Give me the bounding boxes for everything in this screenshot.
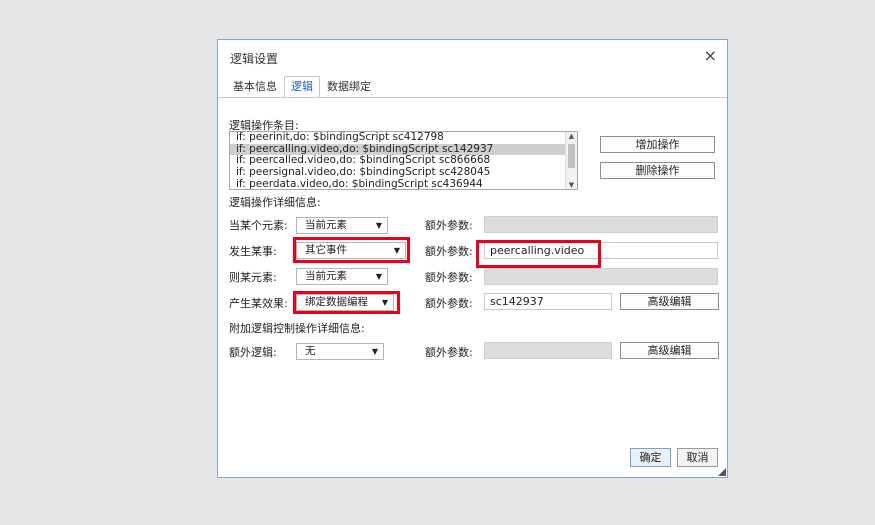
delete-operation-button[interactable]: 删除操作 bbox=[600, 162, 715, 179]
list-item[interactable]: if: peerinit,do: $bindingScript sc412798 bbox=[230, 132, 577, 144]
param-input-5 bbox=[484, 342, 612, 359]
event-label: 发生某事: bbox=[229, 245, 277, 258]
chevron-down-icon: ▼ bbox=[375, 272, 382, 281]
list-item[interactable]: if: peerdata.video,do: $bindingScript sc… bbox=[230, 178, 577, 189]
chevron-down-icon: ▼ bbox=[371, 347, 378, 356]
scroll-up-icon[interactable]: ▲ bbox=[566, 132, 577, 140]
element-select-value: 当前元素 bbox=[305, 219, 347, 231]
chevron-down-icon: ▼ bbox=[375, 221, 382, 230]
element-label: 当某个元素: bbox=[229, 219, 288, 232]
target-label: 则某元素: bbox=[229, 271, 277, 284]
event-select-value: 其它事件 bbox=[305, 244, 347, 256]
tab-data-binding[interactable]: 数据绑定 bbox=[320, 76, 378, 98]
chevron-down-icon: ▼ bbox=[393, 246, 400, 255]
close-icon[interactable]: × bbox=[704, 46, 717, 65]
target-select[interactable]: 当前元素 ▼ bbox=[296, 268, 388, 285]
param-input-2[interactable]: peercalling.video bbox=[484, 242, 718, 259]
tab-logic[interactable]: 逻辑 bbox=[284, 76, 320, 98]
target-select-value: 当前元素 bbox=[305, 270, 347, 282]
effect-select-value: 绑定数据编程 bbox=[305, 296, 368, 308]
tab-divider bbox=[218, 97, 727, 98]
list-item[interactable]: if: peersignal.video,do: $bindingScript … bbox=[230, 166, 577, 179]
param-label-3: 额外参数: bbox=[425, 271, 473, 284]
param-label-2: 额外参数: bbox=[425, 245, 473, 258]
scroll-down-icon[interactable]: ▼ bbox=[566, 181, 577, 189]
logic-list[interactable]: if: peerinit,do: $bindingScript sc412798… bbox=[229, 131, 578, 190]
extra-logic-select[interactable]: 无 ▼ bbox=[296, 343, 384, 360]
event-select[interactable]: 其它事件 ▼ bbox=[296, 242, 406, 259]
element-select[interactable]: 当前元素 ▼ bbox=[296, 217, 388, 234]
param-input-3 bbox=[484, 268, 718, 285]
scroll-thumb[interactable] bbox=[568, 144, 575, 168]
dialog-title: 逻辑设置 bbox=[230, 52, 279, 66]
extra-advanced-edit-button[interactable]: 高级编辑 bbox=[620, 342, 719, 359]
effect-select[interactable]: 绑定数据编程 ▼ bbox=[296, 294, 394, 311]
logic-settings-dialog: 逻辑设置 × 基本信息 逻辑 数据绑定 逻辑操作条目: if: peerinit… bbox=[217, 39, 728, 478]
chevron-down-icon: ▼ bbox=[381, 298, 388, 307]
extra-logic-select-value: 无 bbox=[305, 345, 316, 357]
list-scrollbar[interactable]: ▲ ▼ bbox=[565, 132, 577, 189]
resize-grip-icon[interactable] bbox=[718, 468, 726, 476]
tab-bar: 基本信息 逻辑 数据绑定 bbox=[226, 76, 378, 98]
cancel-button[interactable]: 取消 bbox=[677, 448, 718, 467]
param-input-1 bbox=[484, 216, 718, 233]
tab-basic-info[interactable]: 基本信息 bbox=[226, 76, 284, 98]
param-label-1: 额外参数: bbox=[425, 219, 473, 232]
param-label-4: 额外参数: bbox=[425, 297, 473, 310]
param-input-4[interactable]: sc142937 bbox=[484, 293, 612, 310]
effect-label: 产生某效果: bbox=[229, 297, 288, 310]
add-operation-button[interactable]: 增加操作 bbox=[600, 136, 715, 153]
extra-logic-label: 额外逻辑: bbox=[229, 346, 277, 359]
detail-section-label: 逻辑操作详细信息: bbox=[229, 196, 321, 209]
ok-button[interactable]: 确定 bbox=[630, 448, 671, 467]
extra-section-label: 附加逻辑控制操作详细信息: bbox=[229, 322, 365, 335]
param-label-5: 额外参数: bbox=[425, 346, 473, 359]
advanced-edit-button[interactable]: 高级编辑 bbox=[620, 293, 719, 310]
